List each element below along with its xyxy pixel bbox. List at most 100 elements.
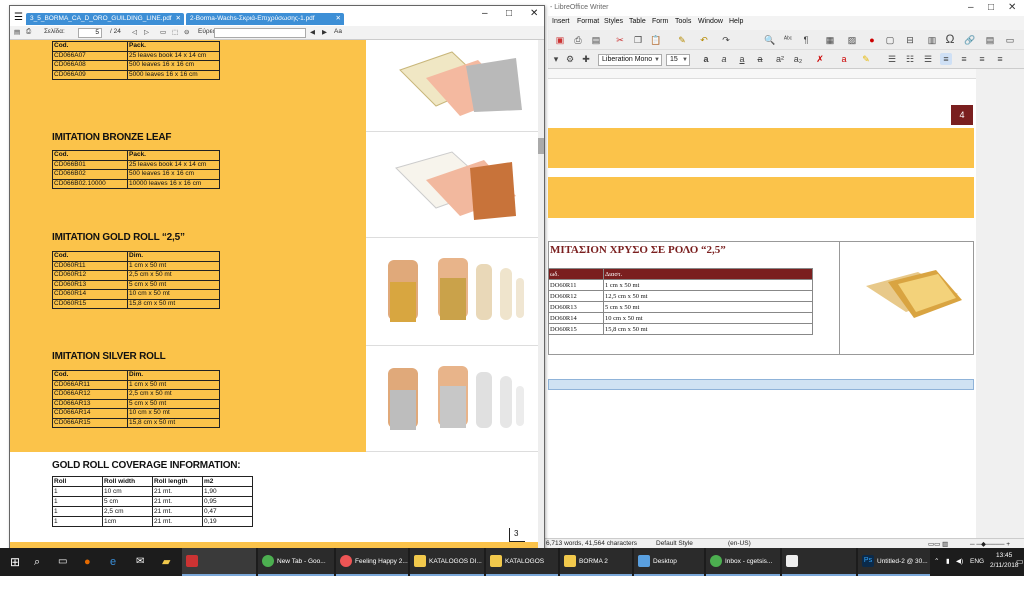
taskbar-item-writer[interactable]: EPIXRISWSIS.od... — [782, 548, 856, 593]
hyperlink-icon[interactable]: 🔗 — [964, 34, 976, 46]
taskbar-item-chrome-newtab[interactable]: New Tab - Goo... — [258, 548, 334, 576]
paragraph-style-icon[interactable]: ▾ — [550, 53, 562, 65]
open-icon[interactable]: ▤ — [14, 28, 20, 36]
maximize-icon[interactable]: □ — [506, 8, 512, 19]
start-icon[interactable]: ⊞ — [10, 548, 20, 576]
text-box-icon[interactable]: ▢ — [884, 34, 896, 46]
find-replace-icon[interactable]: 🔍 — [764, 34, 776, 46]
find-next-icon[interactable]: ▶ — [322, 28, 327, 36]
selected-paragraph[interactable] — [548, 379, 974, 390]
fit-width-icon[interactable]: ⬚ — [172, 28, 178, 36]
find-prev-icon[interactable]: ◀ — [310, 28, 315, 36]
taskbar-item-folder-katalogos-es[interactable]: KATALOGOS ES... — [486, 548, 558, 593]
underline-icon[interactable]: a — [736, 53, 748, 65]
close-icon[interactable]: ✕ — [530, 8, 538, 19]
redo-icon[interactable]: ↷ — [720, 34, 732, 46]
font-name-combo[interactable]: Liberation Mono ▼ — [598, 54, 662, 66]
pdf-scrollbar[interactable] — [538, 40, 544, 550]
font-size-combo[interactable]: 15 ▼ — [666, 54, 690, 66]
menu-tools[interactable]: Tools — [675, 18, 691, 25]
align-right-icon[interactable]: ≡ — [976, 53, 988, 65]
taskbar-item-chrome-feeling[interactable]: Feeling Happy 2... — [336, 548, 408, 576]
tab-borma-guilding[interactable]: 3_5_BORMA_CA_D_ORO_GUILDING_LINE.pdf ✕ — [26, 13, 184, 25]
page-number-input[interactable]: 5 — [78, 28, 102, 38]
comment-icon[interactable]: ▭ — [1004, 34, 1016, 46]
volume-icon[interactable]: ◀) — [956, 557, 963, 565]
bold-icon[interactable]: a — [700, 53, 712, 65]
tab-borma-wachs[interactable]: 2-Borma-Wachs-Σκριά-Επιχρύσωσης-1.pdf ✕ — [186, 13, 344, 25]
italic-icon[interactable]: a — [718, 53, 730, 65]
print-preview-icon[interactable]: ▤ — [590, 34, 602, 46]
minimize-icon[interactable]: – — [968, 2, 974, 13]
taskbar-item-folder-borma[interactable]: BORMA 2 — [560, 548, 632, 576]
justify-icon[interactable]: ≡ — [994, 53, 1006, 65]
bullets-icon[interactable]: ☰ — [886, 53, 898, 65]
menu-table[interactable]: Table — [629, 18, 646, 25]
insert-image-icon[interactable]: ▨ — [846, 34, 858, 46]
align-left-icon[interactable]: ≡ — [940, 53, 952, 65]
insert-chart-icon[interactable]: ● — [866, 34, 878, 46]
notification-icon[interactable]: ▭ — [1016, 557, 1024, 566]
menu-window[interactable]: Window — [698, 18, 723, 25]
print-icon[interactable]: ⎙ — [572, 34, 584, 46]
menu-help[interactable]: Help — [729, 18, 743, 25]
match-case-icon[interactable]: Aa — [334, 28, 342, 35]
menu-icon[interactable]: ☰ — [14, 12, 23, 23]
zoom-out-icon[interactable]: ⊖ — [184, 28, 189, 36]
zoom-slider[interactable]: ─ ─◆──── + — [970, 540, 1010, 548]
taskbar-item-folder-katalogos-di[interactable]: KATALOGOS DI... — [410, 548, 484, 576]
footnote-icon[interactable]: ▤ — [984, 34, 996, 46]
clock-date[interactable]: 2/11/2018 — [990, 562, 1018, 569]
input-language[interactable]: ENG — [970, 558, 984, 565]
menu-insert[interactable]: Insert — [552, 18, 570, 25]
clone-format-icon[interactable]: ✎ — [676, 34, 688, 46]
numbering-icon[interactable]: ☷ — [904, 53, 916, 65]
print-icon[interactable]: ⎙ — [26, 28, 31, 36]
close-icon[interactable]: ✕ — [176, 13, 181, 25]
search-icon[interactable]: ⌕ — [34, 548, 40, 576]
search-input[interactable] — [214, 28, 306, 38]
page-break-icon[interactable]: ⊟ — [904, 34, 916, 46]
mail-icon[interactable]: ✉ — [136, 548, 144, 576]
clear-formatting-icon[interactable]: ✗ — [814, 53, 826, 65]
next-page-icon[interactable]: ▷ — [144, 28, 149, 36]
clock-time[interactable]: 13:45 — [996, 552, 1012, 559]
file-explorer-icon[interactable]: ▰ — [162, 548, 170, 576]
taskbar-item-photoshop[interactable]: Ps Untitled-2 @ 30... — [858, 548, 930, 576]
taskbar-item-pdf[interactable]: 3_5_BORMA_CA... — [182, 548, 256, 593]
close-icon[interactable]: ✕ — [1008, 2, 1016, 13]
maximize-icon[interactable]: □ — [988, 2, 994, 13]
taskbar-item-desktop[interactable]: Desktop — [634, 548, 704, 576]
copy-icon[interactable]: ❐ — [632, 34, 644, 46]
formatting-marks-icon[interactable]: ¶ — [800, 34, 812, 46]
special-character-icon[interactable]: Ω — [944, 33, 956, 45]
menu-styles[interactable]: Styles — [604, 18, 623, 25]
field-icon[interactable]: ▥ — [926, 34, 938, 46]
new-style-icon[interactable]: ✚ — [580, 53, 592, 65]
minimize-icon[interactable]: – — [482, 8, 488, 19]
firefox-icon[interactable]: ● — [84, 548, 91, 576]
insert-table-icon[interactable]: ▦ — [824, 34, 836, 46]
superscript-icon[interactable]: a² — [774, 53, 786, 65]
tray-up-icon[interactable]: ⌃ — [934, 557, 939, 565]
export-pdf-icon[interactable]: ▣ — [554, 34, 566, 46]
view-layout-icon[interactable]: ▭▭ ▥ — [928, 540, 948, 548]
fit-page-icon[interactable]: ▭ — [160, 28, 166, 36]
paste-icon[interactable]: 📋 — [650, 34, 662, 46]
menu-form[interactable]: Form — [652, 18, 668, 25]
network-icon[interactable]: ▮ — [946, 557, 950, 565]
prev-page-icon[interactable]: ◁ — [132, 28, 137, 36]
scrollbar-thumb[interactable] — [538, 138, 544, 154]
align-center-icon[interactable]: ≡ — [958, 53, 970, 65]
page-style[interactable]: Default Style — [656, 540, 693, 547]
highlight-icon[interactable]: ✎ — [860, 53, 872, 65]
outline-icon[interactable]: ☰ — [922, 53, 934, 65]
font-color-icon[interactable]: a — [838, 53, 850, 65]
close-icon[interactable]: ✕ — [336, 13, 341, 25]
edge-icon[interactable]: e — [110, 548, 116, 576]
subscript-icon[interactable]: a₂ — [792, 53, 804, 65]
menu-format[interactable]: Format — [577, 18, 599, 25]
task-view-icon[interactable]: ▭ — [58, 548, 67, 576]
update-style-icon[interactable]: ⚙ — [564, 53, 576, 65]
cut-icon[interactable]: ✂ — [614, 34, 626, 46]
